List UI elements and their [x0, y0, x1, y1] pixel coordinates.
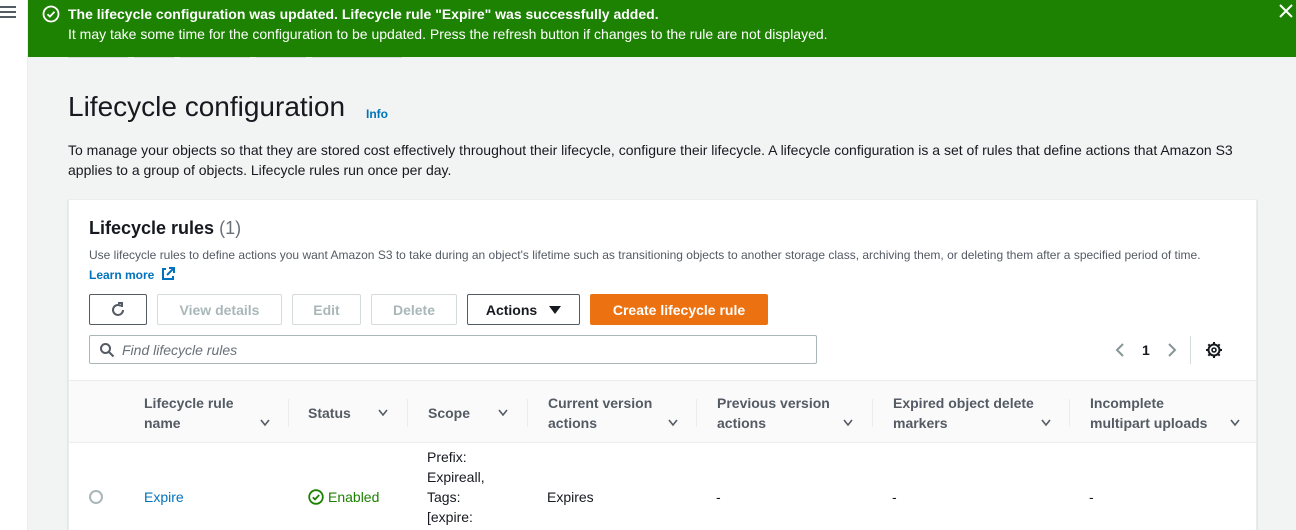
sort-caret-icon[interactable] [1041, 419, 1051, 427]
refresh-button[interactable] [89, 294, 147, 325]
column-header-expired-object-delete-markers[interactable]: Expired object delete markers [893, 393, 1051, 433]
sort-caret-icon[interactable] [843, 419, 853, 427]
left-navigation-rail [0, 0, 28, 530]
column-header-rule-name[interactable]: Lifecycle rule name [144, 393, 270, 433]
pagination: 1 [1112, 336, 1223, 364]
chevron-left-icon[interactable] [1112, 341, 1130, 359]
panel-description-text: Use lifecycle rules to define actions yo… [89, 248, 1201, 262]
search-icon [100, 343, 115, 358]
column-divider [288, 399, 289, 427]
actions-dropdown[interactable]: Actions [467, 294, 580, 325]
page-number[interactable]: 1 [1142, 342, 1150, 358]
page-description: To manage your objects so that they are … [68, 142, 1233, 178]
column-divider [872, 399, 873, 427]
column-header-previous-version-actions[interactable]: Previous version actions [717, 393, 853, 433]
column-divider [407, 399, 408, 427]
column-divider [696, 399, 697, 427]
scope-line: Tags: [427, 489, 461, 505]
lifecycle-rules-panel: Lifecycle rules (1) Use lifecycle rules … [68, 199, 1257, 530]
info-link[interactable]: Info [366, 107, 388, 121]
close-icon[interactable] [1278, 3, 1294, 19]
previous-version-actions-cell: - [716, 489, 721, 505]
scope-line: Prefix: [427, 449, 467, 465]
search-input[interactable] [122, 339, 802, 360]
pager-divider [1189, 336, 1191, 364]
hamburger-menu-icon[interactable] [0, 6, 16, 20]
incomplete-multipart-uploads-cell: - [1089, 489, 1094, 505]
flash-message: It may take some time for the configurat… [68, 26, 828, 42]
obscured-breadcrumb [68, 56, 428, 64]
panel-description: Use lifecycle rules to define actions yo… [89, 245, 1229, 285]
main-content: Lifecycle configuration Info To manage y… [28, 0, 1296, 530]
external-link-icon[interactable] [161, 267, 175, 281]
search-box [89, 335, 817, 364]
flash-title: The lifecycle configuration was updated.… [68, 6, 659, 22]
edit-button[interactable]: Edit [292, 294, 361, 325]
create-lifecycle-rule-button[interactable]: Create lifecycle rule [590, 294, 768, 325]
rule-name-link[interactable]: Expire [144, 487, 184, 507]
view-details-button[interactable]: View details [157, 294, 282, 325]
gear-icon[interactable] [1205, 341, 1223, 359]
sort-caret-icon[interactable] [1230, 419, 1240, 427]
panel-title-text: Lifecycle rules [89, 218, 215, 238]
current-version-actions-cell: Expires [547, 489, 594, 505]
column-header-scope[interactable]: Scope [428, 381, 508, 444]
scope-line: Expireall, [427, 469, 485, 485]
success-flash-notification: The lifecycle configuration was updated.… [28, 0, 1296, 57]
expired-object-delete-markers-cell: - [892, 489, 897, 505]
check-circle-icon [308, 489, 324, 505]
check-circle-icon [42, 5, 60, 23]
status-text: Enabled [328, 489, 380, 505]
column-header-incomplete-multipart-uploads[interactable]: Incomplete multipart uploads [1090, 393, 1240, 433]
rule-count: (1) [219, 218, 242, 238]
page-title: Lifecycle configuration [68, 91, 346, 122]
panel-title: Lifecycle rules (1) [89, 218, 241, 239]
sort-caret-icon[interactable] [378, 409, 388, 417]
refresh-icon [112, 301, 124, 316]
column-divider [527, 399, 528, 427]
learn-more-link[interactable]: Learn more [89, 268, 154, 282]
table-row: Expire Enabled Prefix: Expireall, Tags: … [69, 444, 1256, 530]
sort-caret-icon[interactable] [668, 419, 678, 427]
caret-down-icon [549, 305, 562, 314]
sort-caret-icon[interactable] [498, 409, 508, 417]
column-header-current-version-actions[interactable]: Current version actions [548, 393, 678, 433]
column-header-status[interactable]: Status [308, 381, 388, 444]
column-divider [1069, 399, 1070, 427]
scope-cell: Prefix: Expireall, Tags: [expire: [427, 447, 485, 527]
chevron-right-icon[interactable] [1162, 341, 1180, 359]
scope-line: [expire: [427, 509, 473, 525]
row-select-radio[interactable] [89, 490, 103, 504]
actions-label: Actions [485, 301, 538, 318]
delete-button[interactable]: Delete [371, 294, 457, 325]
table-header: Lifecycle rule name Status Scope Current… [69, 380, 1256, 443]
status-badge: Enabled [308, 487, 379, 507]
sort-caret-icon[interactable] [260, 419, 270, 427]
